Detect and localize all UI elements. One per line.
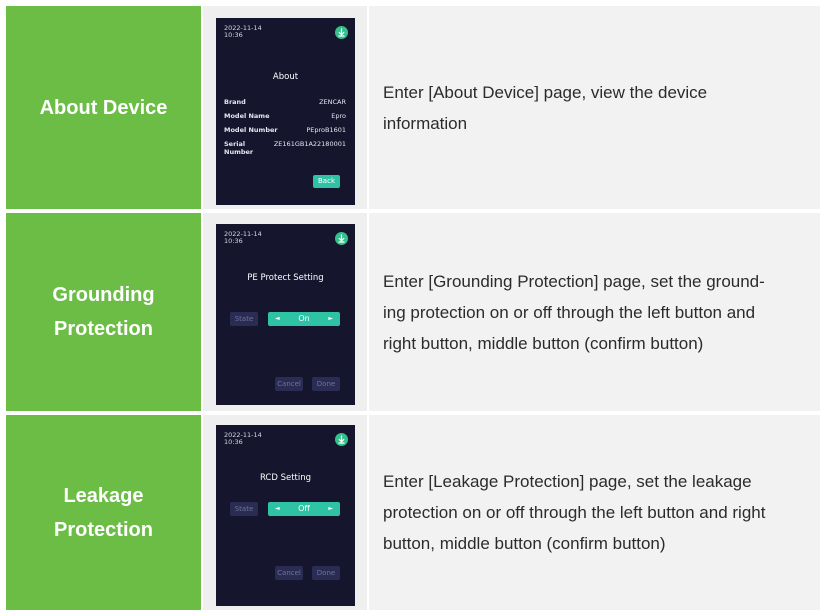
download-icon bbox=[335, 433, 348, 446]
info-row-model-name: Model Name Epro bbox=[224, 112, 346, 120]
feature-label: Grounding Protection bbox=[52, 278, 154, 346]
info-row-model-number: Model Number PEproB1601 bbox=[224, 126, 346, 134]
description-line: ing protection on or off through the lef… bbox=[383, 302, 756, 322]
state-toggle[interactable]: ◄ Off ► bbox=[268, 502, 340, 516]
screen-title: PE Protect Setting bbox=[247, 273, 324, 283]
feature-label-line: Protection bbox=[54, 318, 153, 340]
info-row-brand: Brand ZENCAR bbox=[224, 98, 346, 106]
info-value: PEproB1601 bbox=[306, 126, 346, 134]
info-value: ZE161GB1A22180001 bbox=[273, 140, 346, 148]
screen-title: RCD Setting bbox=[259, 473, 312, 483]
screenshot-cell: 2022-11-14 10:36 RCD Setting State ◄ Off… bbox=[203, 415, 367, 610]
done-button[interactable]: Done bbox=[312, 566, 340, 580]
feature-label-line: Leakage bbox=[63, 484, 144, 507]
time-text: 10:36 bbox=[224, 438, 243, 446]
description-cell: Enter [About Device] page, view the devi… bbox=[369, 6, 820, 209]
table-row-grounding-protection: Grounding Protection 2022-11-14 10:36 PE… bbox=[6, 213, 820, 411]
device-screen-about: 2022-11-14 10:36 About Brand ZENCAR Mode… bbox=[216, 18, 355, 205]
state-label: State bbox=[230, 502, 258, 516]
feature-label-line: About Device bbox=[39, 96, 168, 119]
feature-label-cell: Leakage Protection bbox=[6, 415, 201, 610]
description-line: information bbox=[383, 113, 468, 133]
description-line: Enter [About Device] page, view the devi… bbox=[383, 82, 708, 102]
state-toggle[interactable]: ◄ On ► bbox=[268, 312, 340, 326]
date-time-stamp: 2022-11-14 10:36 bbox=[224, 432, 262, 446]
cancel-button[interactable]: Cancel bbox=[275, 377, 303, 391]
screenshot-cell: 2022-11-14 10:36 PE Protect Setting Stat… bbox=[203, 213, 367, 411]
info-key: Model Name bbox=[224, 112, 270, 120]
description-line: right button, middle button (confirm but… bbox=[383, 333, 704, 353]
screenshot-cell: 2022-11-14 10:36 About Brand ZENCAR Mode… bbox=[203, 6, 367, 209]
info-value: ZENCAR bbox=[319, 98, 346, 106]
description-text: Enter [Leakage Protection] page, set the… bbox=[383, 466, 765, 559]
table-row-about-device: About Device 2022-11-14 10:36 About Bran… bbox=[6, 6, 820, 209]
info-row-serial-number: Serial Number ZE161GB1A22180001 bbox=[224, 140, 346, 156]
description-cell: Enter [Leakage Protection] page, set the… bbox=[369, 415, 820, 610]
done-button[interactable]: Done bbox=[312, 377, 340, 391]
state-label: State bbox=[230, 312, 258, 326]
device-screen-rcd: 2022-11-14 10:36 RCD Setting State ◄ Off… bbox=[216, 425, 355, 606]
feature-label-cell: Grounding Protection bbox=[6, 213, 201, 411]
right-arrow-icon[interactable]: ► bbox=[328, 312, 333, 326]
feature-label-line: Protection bbox=[54, 518, 153, 541]
right-arrow-icon[interactable]: ► bbox=[328, 502, 333, 516]
description-cell: Enter [Grounding Protection] page, set t… bbox=[369, 213, 820, 411]
description-text: Enter [Grounding Protection] page, set t… bbox=[383, 266, 765, 359]
download-icon bbox=[335, 232, 348, 245]
back-button[interactable]: Back bbox=[313, 175, 340, 188]
device-screen-pe-protect: 2022-11-14 10:36 PE Protect Setting Stat… bbox=[216, 224, 355, 405]
download-icon bbox=[335, 26, 348, 39]
time-text: 10:36 bbox=[224, 31, 243, 39]
feature-label-cell: About Device bbox=[6, 6, 201, 209]
description-line: Enter [Leakage Protection] page, set the… bbox=[383, 472, 752, 491]
description-line: button, middle button (confirm button) bbox=[383, 534, 666, 553]
date-time-stamp: 2022-11-14 10:36 bbox=[224, 25, 262, 39]
info-key: Model Number bbox=[224, 126, 278, 134]
description-text: Enter [About Device] page, view the devi… bbox=[383, 77, 707, 139]
time-text: 10:36 bbox=[224, 237, 243, 245]
cancel-button[interactable]: Cancel bbox=[275, 566, 303, 580]
feature-label: Leakage Protection bbox=[54, 479, 153, 547]
feature-label-line: Grounding bbox=[52, 284, 155, 306]
description-line: protection on or off through the left bu… bbox=[383, 503, 766, 522]
table-row-leakage-protection: Leakage Protection 2022-11-14 10:36 RCD … bbox=[6, 415, 820, 610]
info-key: Brand bbox=[224, 98, 246, 106]
info-value: Epro bbox=[331, 112, 346, 120]
screen-title: About bbox=[272, 72, 299, 82]
date-time-stamp: 2022-11-14 10:36 bbox=[224, 231, 262, 245]
feature-label: About Device bbox=[40, 91, 168, 125]
info-key: Serial Number bbox=[224, 140, 254, 156]
description-line: Enter [Grounding Protection] page, set t… bbox=[383, 271, 765, 291]
